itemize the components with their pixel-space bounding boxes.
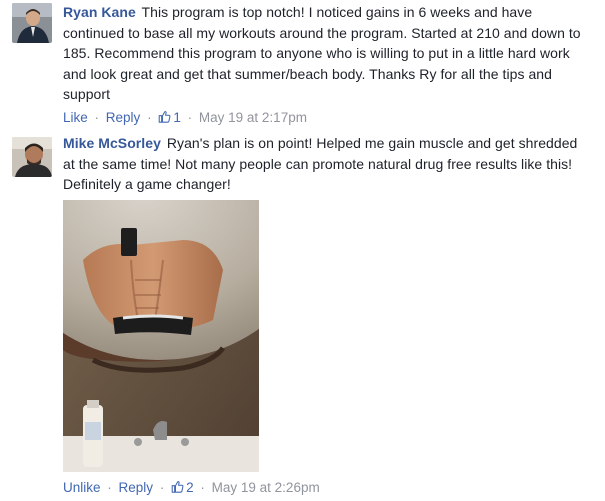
comment-actions: Unlike · Reply · 2 · May 19 at 2:26pm xyxy=(63,479,320,497)
unlike-button[interactable]: Unlike xyxy=(63,480,101,495)
reply-button[interactable]: Reply xyxy=(119,480,154,495)
comment-text: This program is top notch! I noticed gai… xyxy=(63,4,581,103)
like-count[interactable]: 1 xyxy=(158,109,181,127)
separator: · xyxy=(159,480,165,495)
comment-timestamp[interactable]: May 19 at 2:26pm xyxy=(212,480,320,495)
separator: · xyxy=(94,109,100,125)
comment-body: Mike McSorley Ryan's plan is on point! H… xyxy=(63,133,593,195)
thumbs-up-icon xyxy=(171,481,184,493)
avatar[interactable] xyxy=(12,137,52,177)
comment-body: Ryan Kane This program is top notch! I n… xyxy=(63,2,593,105)
separator: · xyxy=(187,109,193,125)
reply-button[interactable]: Reply xyxy=(106,110,141,125)
like-button[interactable]: Like xyxy=(63,110,88,125)
comment-timestamp[interactable]: May 19 at 2:17pm xyxy=(199,110,307,125)
avatar[interactable] xyxy=(12,3,52,43)
comment-author[interactable]: Mike McSorley xyxy=(63,135,161,151)
comment-actions: Like · Reply · 1 · May 19 at 2:17pm xyxy=(63,109,593,127)
like-count-number: 1 xyxy=(173,109,181,125)
separator: · xyxy=(200,480,205,495)
attached-photo[interactable] xyxy=(63,200,259,472)
comment-author[interactable]: Ryan Kane xyxy=(63,4,136,20)
separator: · xyxy=(147,109,152,125)
like-count[interactable]: 2 xyxy=(171,479,194,497)
like-count-number: 2 xyxy=(186,480,194,495)
separator: · xyxy=(107,480,112,495)
thumbs-up-icon xyxy=(159,111,171,123)
